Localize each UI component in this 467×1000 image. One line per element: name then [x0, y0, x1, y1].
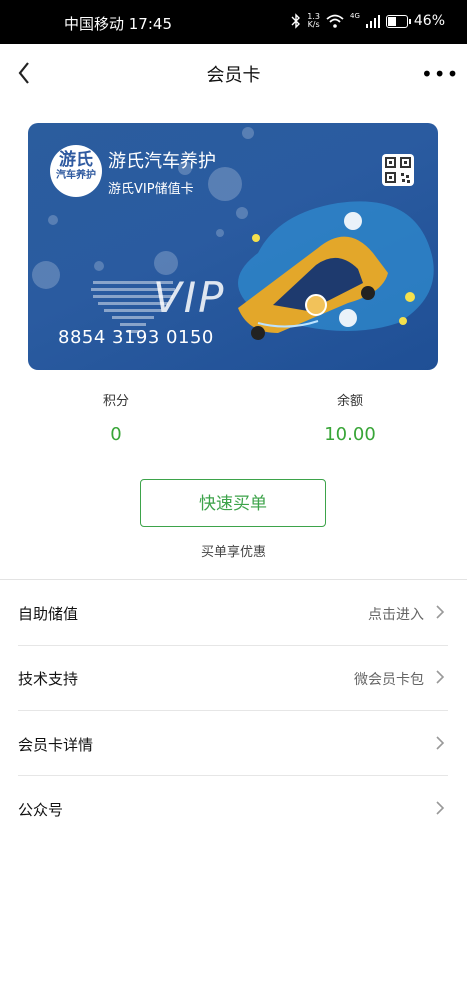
points-label: 积分 [102, 394, 129, 409]
wifi-icon [326, 14, 344, 28]
card-decoration [94, 261, 104, 271]
chevron-right-icon [436, 670, 445, 684]
card-decoration [154, 251, 178, 275]
balance-label: 余额 [336, 394, 363, 409]
card-type: 游氏VIP储值卡 [108, 182, 194, 197]
menu-item-label: 技术支持 [18, 670, 79, 688]
menu-item-extra: 微会员卡包 [354, 672, 424, 688]
card-decoration [242, 127, 254, 139]
battery-percent: 46% [413, 13, 445, 29]
menu-item-card-details[interactable]: 会员卡详情 [18, 711, 448, 776]
chevron-right-icon [436, 801, 445, 815]
menu-item-label: 公众号 [18, 801, 64, 819]
network-speed: 1.3 K/s [307, 12, 320, 29]
qr-code-icon[interactable] [382, 154, 414, 186]
card-number: 8854 3193 0150 [58, 327, 214, 348]
quick-pay-button[interactable]: 快速买单 [140, 479, 326, 527]
signal-icon [365, 14, 380, 28]
menu-item-label: 会员卡详情 [18, 736, 94, 754]
card-brand-name: 游氏汽车养护 [108, 151, 216, 172]
menu-item-official-account[interactable]: 公众号 [18, 776, 448, 841]
car-illustration [238, 201, 434, 340]
menu-item-label: 自助储值 [18, 605, 79, 623]
balance-stat: 余额 10.00 [290, 390, 410, 445]
menu-item-extra: 点击进入 [368, 607, 424, 623]
status-bar: 中国移动 17:45 1.3 K/s 4G 46% [0, 0, 467, 44]
chevron-right-icon [436, 605, 445, 619]
points-stat: 积分 0 [56, 390, 176, 445]
bluetooth-icon [291, 13, 301, 29]
points-value: 0 [110, 424, 122, 445]
battery-icon [385, 14, 411, 28]
balance-value: 10.00 [324, 424, 376, 445]
card-decoration [48, 215, 58, 225]
quick-pay-hint: 买单享优惠 [200, 545, 266, 560]
menu-item-tech-support[interactable]: 技术支持 微会员卡包 [18, 645, 448, 710]
page-title: 会员卡 [206, 65, 261, 86]
carrier-time: 中国移动 17:45 [64, 15, 172, 33]
more-icon[interactable]: ••• [421, 62, 458, 86]
brand-logo: 游氏 汽车养护 [50, 145, 102, 197]
menu-item-self-recharge[interactable]: 自助储值 点击进入 [18, 580, 448, 645]
card-decoration [32, 261, 60, 289]
nav-bar: 会员卡 ••• [0, 44, 467, 102]
chevron-right-icon [436, 736, 445, 750]
network-type: 4G [349, 12, 360, 20]
membership-card[interactable]: 游氏 汽车养护 游氏汽车养护 游氏VIP储值卡 VIP 8854 3193 01… [28, 123, 438, 370]
